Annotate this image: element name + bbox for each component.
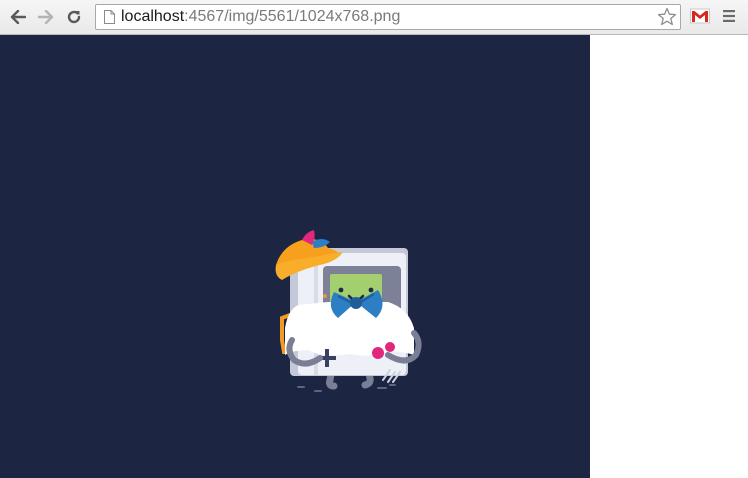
arrow-left-icon — [10, 10, 26, 24]
url-host: localhost — [121, 8, 185, 25]
browser-toolbar: localhost:4567/img/5561/1024x768.png — [0, 0, 748, 35]
address-bar[interactable]: localhost:4567/img/5561/1024x768.png — [95, 4, 681, 30]
gmail-icon[interactable] — [690, 8, 710, 24]
arrow-right-icon — [38, 10, 54, 24]
star-icon[interactable] — [657, 7, 677, 27]
hamburger-menu-icon[interactable] — [722, 9, 736, 23]
displayed-image — [0, 35, 590, 478]
gameboy-mascot-illustration — [275, 230, 422, 392]
forward-button[interactable] — [35, 6, 57, 28]
page-icon — [104, 10, 115, 24]
page-viewport — [0, 35, 748, 478]
reload-button[interactable] — [63, 6, 85, 28]
url-path: :4567/img/5561/1024x768.png — [184, 8, 401, 25]
reload-icon — [67, 10, 81, 24]
url-text[interactable]: localhost:4567/img/5561/1024x768.png — [121, 8, 400, 26]
back-button[interactable] — [7, 6, 29, 28]
